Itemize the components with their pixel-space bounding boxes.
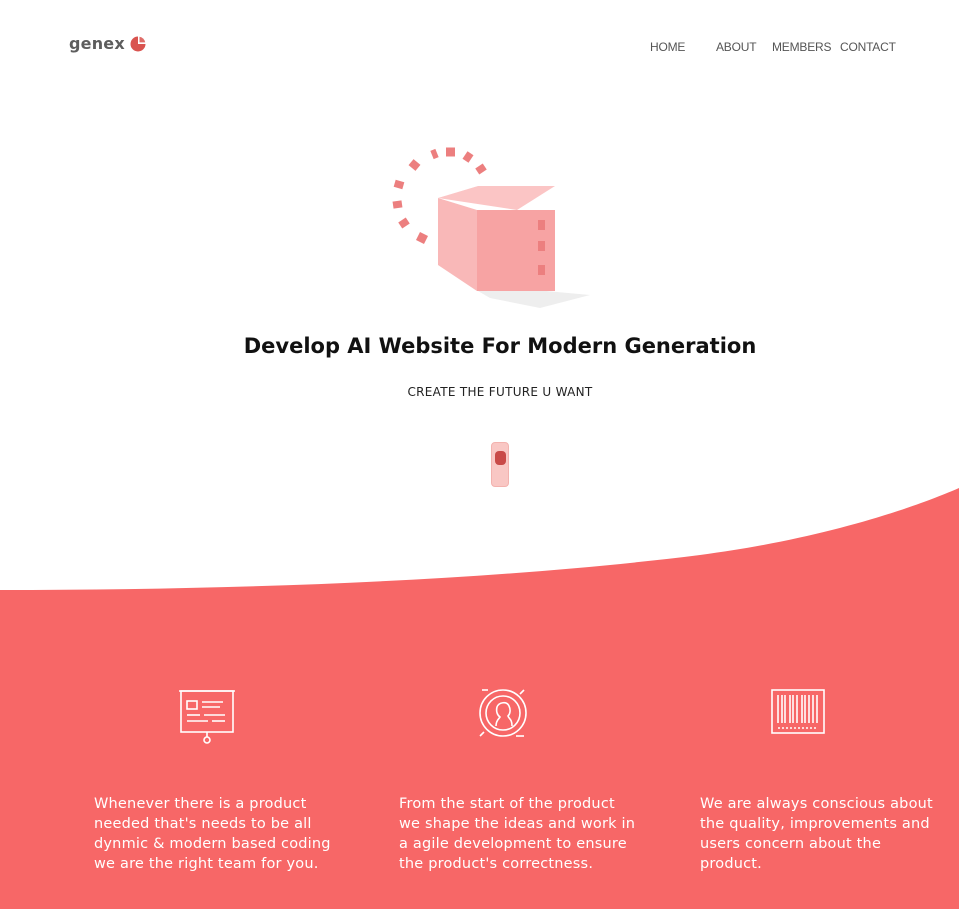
loading-cube-icon [392, 147, 590, 308]
hero-title: Develop AI Website For Modern Generation [243, 334, 757, 358]
main-nav: HOME ABOUT MEMBERS CONTACT [0, 40, 959, 56]
hero-illustration [380, 140, 600, 319]
scroll-wheel-dot [495, 451, 506, 465]
hero-subtitle: CREATE THE FUTURE U WANT [407, 385, 593, 399]
wave-divider [0, 488, 959, 591]
nav-members[interactable]: MEMBERS [772, 40, 831, 54]
barcode-icon [771, 689, 825, 734]
feature-text-2: From the start of the product we shape t… [399, 796, 636, 872]
feature-text-3: We are always conscious about the qualit… [700, 796, 933, 872]
presentation-board-icon [179, 690, 235, 744]
coin-profile-icon [479, 689, 527, 737]
features-section: Whenever there is a product needed that'… [0, 590, 959, 909]
nav-home[interactable]: HOME [650, 40, 685, 54]
feature-text-1: Whenever there is a product needed that'… [94, 796, 331, 872]
nav-about[interactable]: ABOUT [716, 40, 757, 54]
nav-contact[interactable]: CONTACT [840, 40, 896, 54]
